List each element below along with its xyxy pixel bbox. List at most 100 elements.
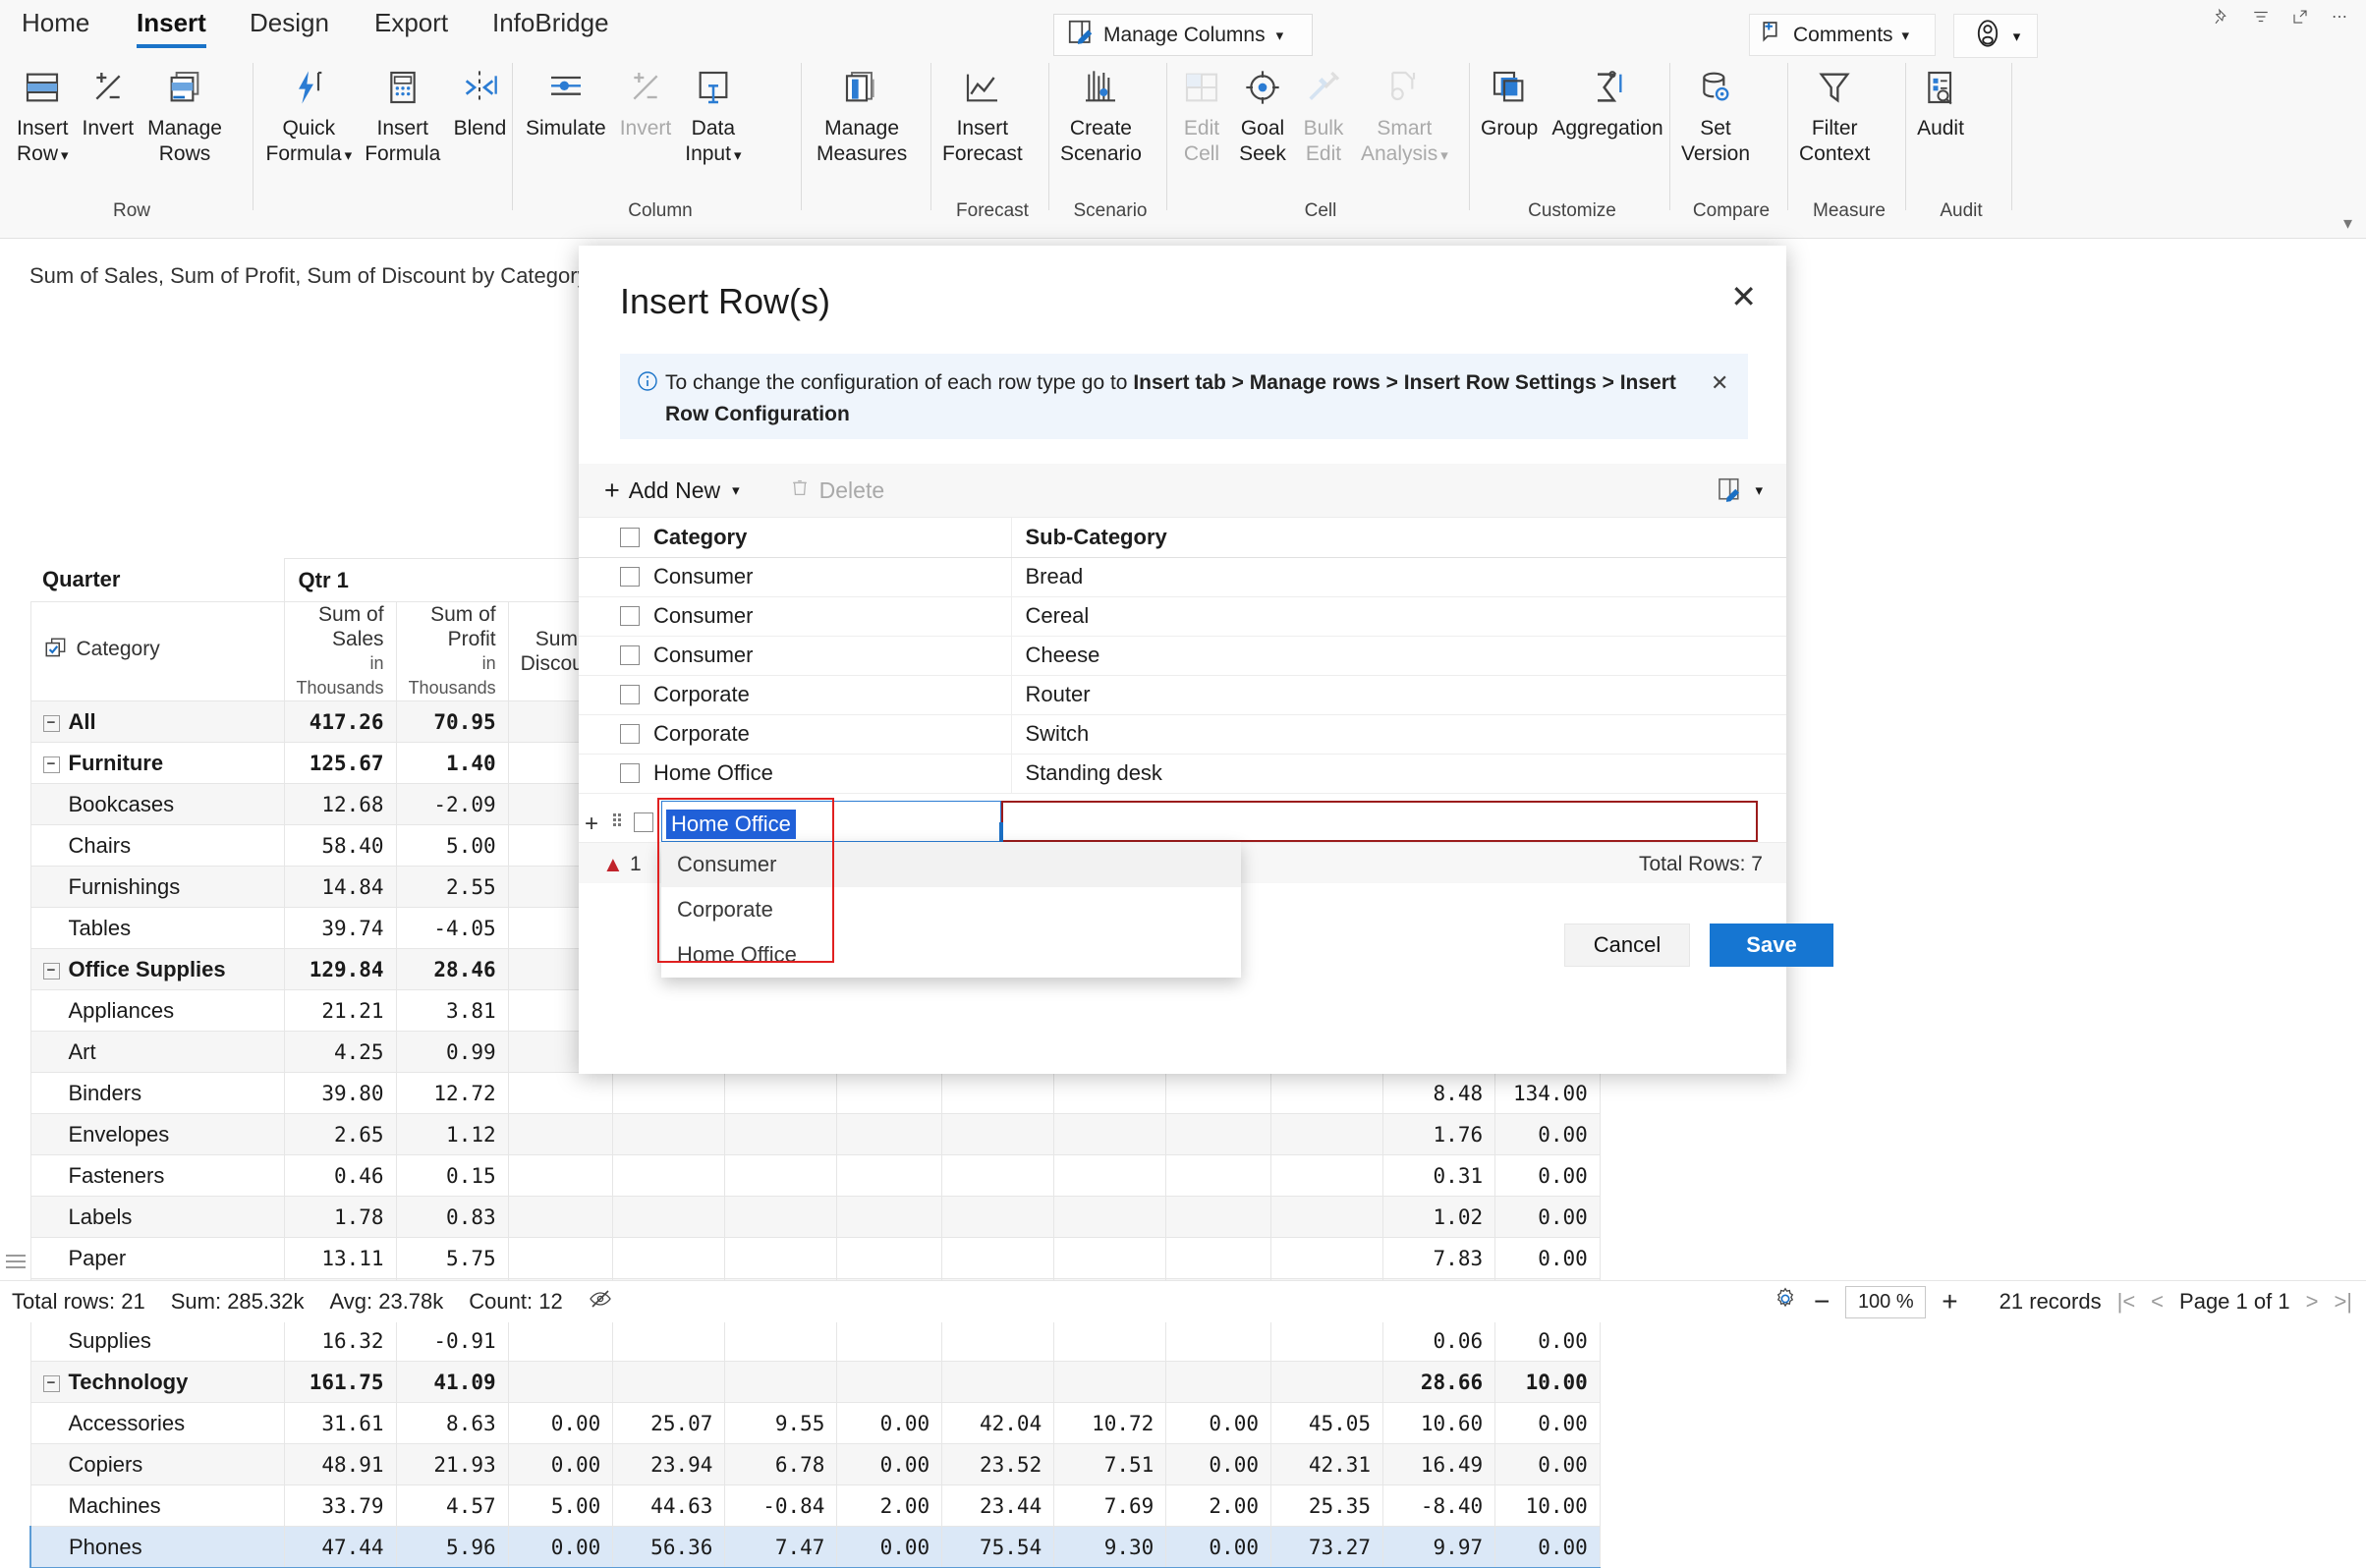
category-cell[interactable]: Copiers xyxy=(29,1443,285,1485)
value-cell[interactable]: 16.32 xyxy=(283,1319,397,1362)
value-cell[interactable] xyxy=(836,1319,943,1362)
value-cell[interactable]: 10.72 xyxy=(1053,1402,1167,1444)
value-cell[interactable]: 21.93 xyxy=(395,1443,509,1485)
value-cell[interactable]: -0.91 xyxy=(395,1319,509,1362)
value-cell[interactable]: 47.44 xyxy=(283,1526,397,1568)
subcategory-edit-cell[interactable] xyxy=(1001,801,1758,842)
row-checkbox[interactable] xyxy=(620,606,640,626)
row-checkbox[interactable] xyxy=(620,685,640,704)
dropdown-option[interactable]: Home Office xyxy=(661,932,1241,978)
dialog-cell-subcategory[interactable]: Bread xyxy=(1011,557,1786,597)
dialog-cell-category[interactable]: Home Office xyxy=(640,754,1012,794)
value-cell[interactable]: 23.44 xyxy=(941,1484,1055,1527)
drag-handle-icon[interactable] xyxy=(612,812,624,830)
value-cell[interactable]: 33.79 xyxy=(283,1484,397,1527)
row-checkbox-cell[interactable] xyxy=(579,754,640,794)
dropdown-option[interactable]: Consumer xyxy=(661,842,1241,887)
cancel-button[interactable]: Cancel xyxy=(1564,924,1690,967)
value-cell[interactable] xyxy=(1053,1319,1167,1362)
value-cell[interactable]: 75.54 xyxy=(941,1526,1055,1568)
dialog-row[interactable]: Consumer Cereal xyxy=(579,596,1786,637)
row-checkbox-cell[interactable] xyxy=(579,675,640,715)
dialog-cell-category[interactable]: Consumer xyxy=(640,636,1012,676)
row-checkbox-cell[interactable] xyxy=(579,557,640,597)
dialog-cell-category[interactable]: Corporate xyxy=(640,675,1012,715)
value-cell[interactable]: 25.07 xyxy=(612,1402,726,1444)
value-cell[interactable]: 41.09 xyxy=(395,1361,509,1403)
dialog-column-header[interactable]: Category xyxy=(640,518,1012,558)
value-cell[interactable]: 0.00 xyxy=(1494,1526,1601,1568)
value-cell[interactable]: 2.00 xyxy=(836,1484,943,1527)
value-cell[interactable]: 42.04 xyxy=(941,1402,1055,1444)
info-close-icon[interactable]: ✕ xyxy=(1711,367,1732,399)
dialog-row[interactable]: Consumer Bread xyxy=(579,557,1786,597)
dialog-row[interactable]: Corporate Router xyxy=(579,675,1786,715)
value-cell[interactable]: 0.00 xyxy=(507,1526,614,1568)
value-cell[interactable] xyxy=(1269,1319,1384,1362)
add-new-button[interactable]: + Add New ▾ xyxy=(604,477,740,504)
value-cell[interactable]: 0.00 xyxy=(836,1443,943,1485)
row-checkbox[interactable] xyxy=(620,567,640,587)
row-checkbox-cell[interactable] xyxy=(579,714,640,755)
value-cell[interactable] xyxy=(507,1319,614,1362)
value-cell[interactable]: 7.51 xyxy=(1053,1443,1167,1485)
dialog-close-icon[interactable]: ✕ xyxy=(1730,281,1757,312)
dialog-edit-row[interactable]: + Home Office Consumer Corporate Home Offi… xyxy=(579,798,1786,978)
value-cell[interactable]: 0.00 xyxy=(1494,1402,1601,1444)
category-cell[interactable]: Supplies xyxy=(29,1319,285,1362)
value-cell[interactable]: 45.05 xyxy=(1269,1402,1384,1444)
value-cell[interactable]: 31.61 xyxy=(283,1402,397,1444)
value-cell[interactable]: 7.69 xyxy=(1053,1484,1167,1527)
dialog-cell-subcategory[interactable]: Cereal xyxy=(1011,596,1786,637)
value-cell[interactable] xyxy=(1053,1361,1167,1403)
edit-columns-button[interactable]: ▾ xyxy=(1715,476,1763,505)
value-cell[interactable] xyxy=(724,1361,838,1403)
dialog-row[interactable]: Consumer Cheese xyxy=(579,636,1786,676)
value-cell[interactable]: 7.47 xyxy=(724,1526,838,1568)
value-cell[interactable]: 9.30 xyxy=(1053,1526,1167,1568)
value-cell[interactable]: 73.27 xyxy=(1269,1526,1384,1568)
dialog-rows-grid[interactable]: Category Sub-Category Consumer Bread Consume… xyxy=(579,518,1786,795)
category-dropdown-list[interactable]: Consumer Corporate Home Office xyxy=(661,842,1241,978)
value-cell[interactable]: 23.52 xyxy=(941,1443,1055,1485)
value-cell[interactable] xyxy=(1165,1319,1271,1362)
value-cell[interactable]: -0.84 xyxy=(724,1484,838,1527)
row-checkbox[interactable] xyxy=(620,724,640,744)
value-cell[interactable]: 161.75 xyxy=(283,1361,397,1403)
value-cell[interactable]: 0.00 xyxy=(836,1526,943,1568)
value-cell[interactable]: 44.63 xyxy=(612,1484,726,1527)
value-cell[interactable]: 0.00 xyxy=(1494,1443,1601,1485)
value-cell[interactable] xyxy=(941,1361,1055,1403)
value-cell[interactable]: 16.49 xyxy=(1382,1443,1496,1485)
dialog-cell-category[interactable]: Consumer xyxy=(640,557,1012,597)
value-cell[interactable]: 0.00 xyxy=(1165,1443,1271,1485)
table-row[interactable]: − Technology 161.75 41.09 28.66 10.00 xyxy=(29,1361,1601,1403)
value-cell[interactable]: 28.66 xyxy=(1382,1361,1496,1403)
value-cell[interactable]: 5.96 xyxy=(395,1526,509,1568)
row-checkbox-cell[interactable] xyxy=(579,636,640,676)
add-row-inline-icon[interactable]: + xyxy=(585,811,598,838)
value-cell[interactable]: 0.00 xyxy=(507,1443,614,1485)
dropdown-option[interactable]: Corporate xyxy=(661,887,1241,932)
value-cell[interactable] xyxy=(612,1361,726,1403)
value-cell[interactable]: -8.40 xyxy=(1382,1484,1496,1527)
dialog-column-header[interactable]: Sub-Category xyxy=(1011,518,1786,558)
value-cell[interactable]: 42.31 xyxy=(1269,1443,1384,1485)
value-cell[interactable]: 8.63 xyxy=(395,1402,509,1444)
value-cell[interactable] xyxy=(1165,1361,1271,1403)
dialog-cell-subcategory[interactable]: Switch xyxy=(1011,714,1786,755)
dialog-cell-subcategory[interactable]: Standing desk xyxy=(1011,754,1786,794)
dialog-row[interactable]: Corporate Switch xyxy=(579,714,1786,755)
row-checkbox-cell[interactable] xyxy=(579,596,640,637)
value-cell[interactable]: 48.91 xyxy=(283,1443,397,1485)
select-all-checkbox-cell[interactable] xyxy=(579,518,640,558)
value-cell[interactable]: 0.00 xyxy=(1494,1319,1601,1362)
value-cell[interactable]: 23.94 xyxy=(612,1443,726,1485)
value-cell[interactable] xyxy=(612,1319,726,1362)
select-all-checkbox[interactable] xyxy=(620,527,640,547)
edit-row-checkbox[interactable] xyxy=(634,812,653,832)
save-button[interactable]: Save xyxy=(1710,924,1833,967)
value-cell[interactable] xyxy=(1269,1361,1384,1403)
category-cell[interactable]: Accessories xyxy=(29,1402,285,1444)
dialog-cell-subcategory[interactable]: Cheese xyxy=(1011,636,1786,676)
